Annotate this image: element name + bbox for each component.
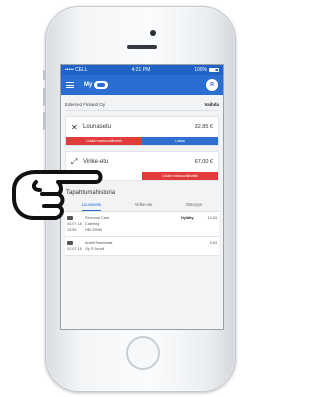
volume-up-button <box>43 88 46 106</box>
status-bar: ••••• CELL 4:21 PM 100% <box>61 65 223 75</box>
earpiece-speaker <box>127 45 157 49</box>
hamburger-menu-icon[interactable] <box>66 82 74 88</box>
pointing-hand-icon <box>12 170 103 220</box>
benefit-name: Lounasetu <box>83 124 112 130</box>
merchant-category: Oy ® Arnell <box>85 247 105 251</box>
add-payment-method-button[interactable]: Lisää maksuvälineitä <box>142 172 218 180</box>
app-title: My <box>84 82 93 88</box>
cutlery-icon: ✕ <box>71 122 78 132</box>
load-button[interactable]: Lataa <box>142 137 218 145</box>
transaction-date: 02.07.18 <box>67 247 82 251</box>
clock: 4:21 PM <box>131 67 151 73</box>
add-payment-method-button[interactable]: Lisää maksuvälineitä <box>66 137 142 145</box>
battery-icon <box>208 68 219 72</box>
benefit-balance: 67.00 € <box>194 159 213 165</box>
card-icon <box>67 241 73 245</box>
merchant-name: Antell Ravintolat <box>85 241 113 245</box>
table-row[interactable]: 02.07.18 Antell Ravintolat Oy ® Arnell 9… <box>65 237 219 256</box>
company-name: Edenred Finland Oy <box>65 102 106 107</box>
home-button[interactable] <box>126 336 160 370</box>
status-badge: Hylätty <box>181 216 194 220</box>
volume-down-button <box>43 112 46 130</box>
tab-ostoryys[interactable]: Ostoryys <box>186 202 203 211</box>
transaction-amount: 9.63 <box>209 241 217 245</box>
benefit-balance: 32.85 € <box>194 124 213 130</box>
front-camera <box>150 30 156 36</box>
app-bar: My R <box>61 75 223 95</box>
company-row: Edenred Finland Oy Vaihda <box>65 95 219 111</box>
mute-switch <box>43 70 46 80</box>
battery-percent: 100% <box>194 67 207 73</box>
switch-company-link[interactable]: Vaihda <box>204 102 219 107</box>
tab-virike-etu[interactable]: Virike-etu <box>135 202 153 211</box>
avatar[interactable]: R <box>206 79 218 91</box>
benefit-card-lounasetu[interactable]: ✕ Lounasetu 32.85 € Lisää maksuvälineitä… <box>65 116 219 146</box>
transaction-amount: 10.53 <box>207 216 217 220</box>
edenred-logo-icon <box>94 81 109 89</box>
carrier-label: ••••• CELL <box>65 67 88 73</box>
